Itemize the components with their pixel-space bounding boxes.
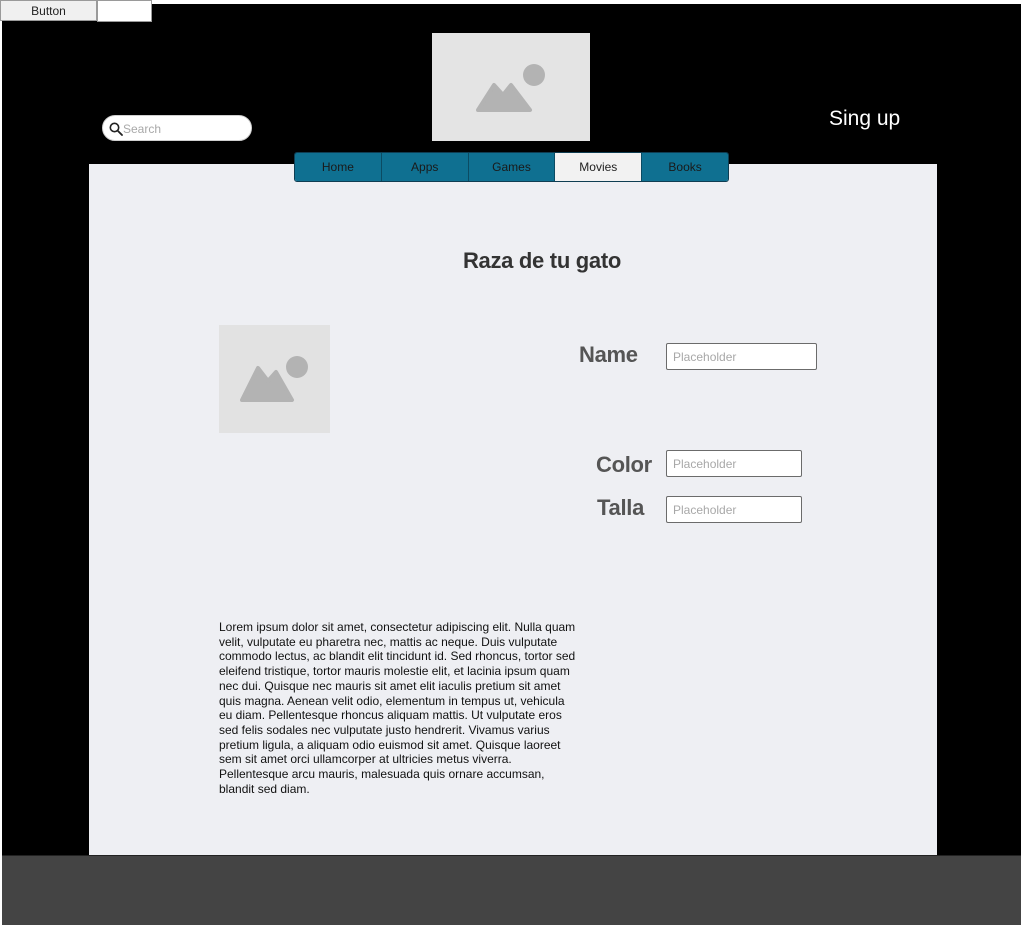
page: Button Sing up Home Apps Games Movies Bo… — [0, 0, 1024, 925]
image-placeholder-icon — [476, 64, 545, 112]
description-text: Lorem ipsum dolor sit amet, consectetur … — [219, 620, 576, 796]
nav-tabs: Home Apps Games Movies Books — [294, 152, 729, 182]
page-title: Raza de tu gato — [462, 248, 622, 273]
talla-field[interactable] — [666, 496, 802, 523]
tab-home[interactable]: Home — [295, 153, 382, 181]
color-field[interactable] — [666, 450, 802, 477]
search-icon — [109, 122, 123, 136]
tab-apps[interactable]: Apps — [381, 153, 469, 181]
tab-games[interactable]: Games — [468, 153, 556, 181]
tab-books[interactable]: Books — [642, 153, 728, 181]
signup-link[interactable]: Sing up — [829, 107, 900, 131]
top-button[interactable]: Button — [0, 0, 97, 21]
footer — [2, 855, 1021, 925]
header-image-placeholder — [432, 33, 590, 141]
name-field[interactable] — [666, 343, 817, 370]
color-label: Color — [596, 452, 652, 477]
cat-image-placeholder — [219, 325, 330, 433]
top-blank-button[interactable] — [97, 0, 152, 22]
talla-label: Talla — [597, 495, 645, 520]
tab-movies[interactable]: Movies — [555, 153, 643, 181]
search-input[interactable] — [123, 120, 243, 138]
image-placeholder-icon — [240, 356, 308, 402]
search-box[interactable] — [102, 115, 252, 141]
name-label: Name — [579, 342, 638, 367]
